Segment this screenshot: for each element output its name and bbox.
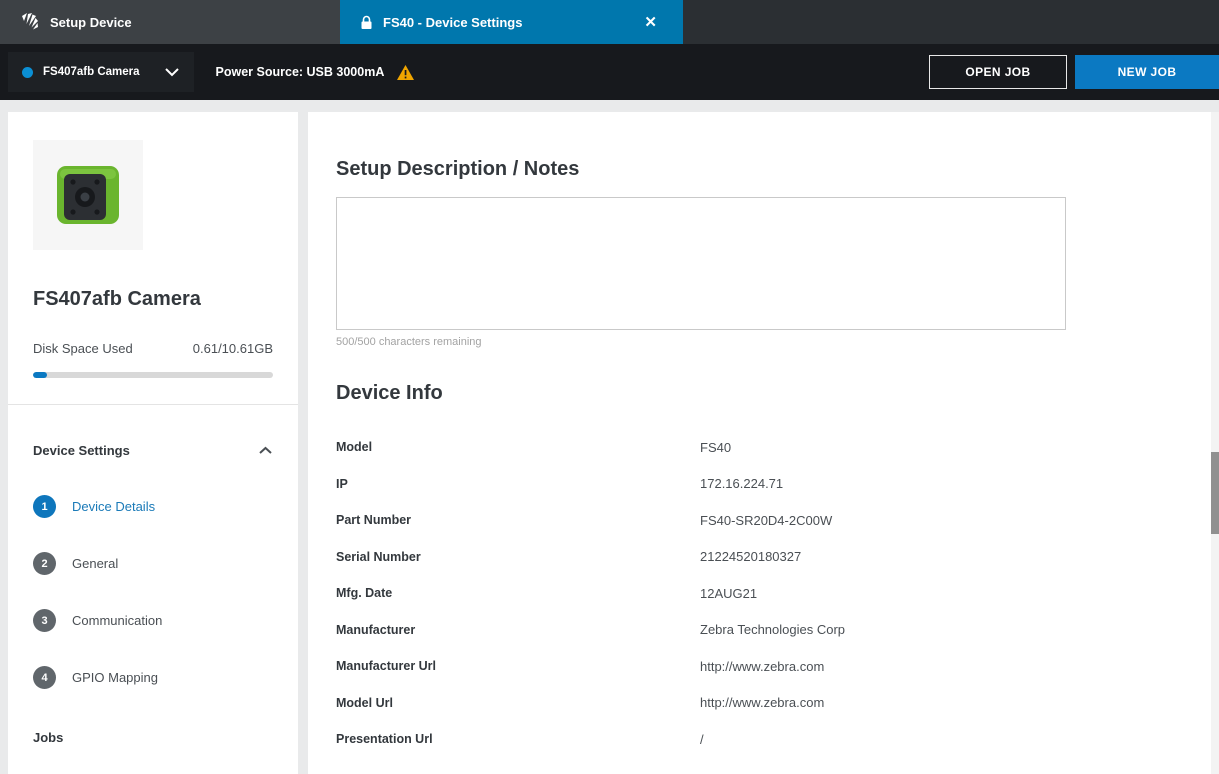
- disk-space-value: 0.61/10.61GB: [193, 341, 273, 356]
- info-label: Model Url: [336, 696, 700, 710]
- sidebar-item-general[interactable]: 2 General: [33, 535, 273, 592]
- step-number-badge: 3: [33, 609, 56, 632]
- tab-setup-device-label: Setup Device: [50, 15, 132, 30]
- info-value: 12AUG21: [700, 586, 757, 601]
- warning-icon: [396, 64, 415, 81]
- camera-illustration: [50, 157, 126, 233]
- sidebar-item-gpio-mapping[interactable]: 4 GPIO Mapping: [33, 649, 273, 706]
- scrollbar-thumb[interactable]: [1211, 452, 1219, 534]
- disk-progress-bar: [33, 372, 273, 378]
- table-row: Serial Number 21224520180327: [336, 539, 1219, 576]
- info-value: 21224520180327: [700, 549, 801, 564]
- jobs-section-header[interactable]: Jobs: [33, 730, 273, 745]
- content-area: FS407afb Camera Disk Space Used 0.61/10.…: [0, 100, 1219, 774]
- device-selector-dropdown[interactable]: FS407afb Camera: [8, 52, 194, 92]
- sidebar-item-communication[interactable]: 3 Communication: [33, 592, 273, 649]
- table-row: Model Url http://www.zebra.com: [336, 685, 1219, 722]
- table-row: Part Number FS40-SR20D4-2C00W: [336, 502, 1219, 539]
- device-settings-steps: 1 Device Details 2 General 3 Communicati…: [33, 478, 273, 706]
- table-row: IP 172.16.224.71: [336, 466, 1219, 503]
- sidebar-item-device-details[interactable]: 1 Device Details: [33, 478, 273, 535]
- info-value: http://www.zebra.com: [700, 695, 824, 710]
- step-label: GPIO Mapping: [72, 670, 158, 685]
- device-bar: FS407afb Camera Power Source: USB 3000mA…: [0, 44, 1219, 100]
- info-label: Mfg. Date: [336, 586, 700, 600]
- table-row: Mfg. Date 12AUG21: [336, 575, 1219, 612]
- close-icon[interactable]: ✕: [638, 11, 663, 33]
- chevron-down-icon: [164, 67, 180, 77]
- info-value: 172.16.224.71: [700, 476, 783, 491]
- table-row: Manufacturer Zebra Technologies Corp: [336, 612, 1219, 649]
- info-label: IP: [336, 477, 700, 491]
- device-status-dot: [22, 67, 33, 78]
- setup-notes-textarea[interactable]: [336, 197, 1066, 330]
- tab-setup-device[interactable]: Setup Device: [0, 0, 340, 44]
- open-job-button[interactable]: OPEN JOB: [929, 55, 1067, 89]
- tab-device-settings[interactable]: FS40 - Device Settings ✕: [340, 0, 683, 44]
- lock-icon: [360, 15, 373, 30]
- info-value: /: [700, 732, 704, 747]
- step-label: Device Details: [72, 499, 155, 514]
- info-value: FS40: [700, 440, 731, 455]
- step-number-badge: 2: [33, 552, 56, 575]
- table-row: Manufacturer Url http://www.zebra.com: [336, 648, 1219, 685]
- info-label: Manufacturer Url: [336, 659, 700, 673]
- disk-progress-fill: [33, 372, 47, 378]
- tab-device-settings-label: FS40 - Device Settings: [383, 15, 522, 30]
- table-row: Model FS40: [336, 429, 1219, 466]
- chevron-up-icon: [258, 446, 273, 455]
- sidebar-divider: [8, 404, 298, 405]
- device-settings-section-header[interactable]: Device Settings: [33, 443, 273, 458]
- device-product-image: [33, 140, 143, 250]
- step-number-badge: 4: [33, 666, 56, 689]
- device-settings-section-label: Device Settings: [33, 443, 130, 458]
- info-label: Part Number: [336, 513, 700, 527]
- device-info-table: Model FS40 IP 172.16.224.71 Part Number …: [336, 429, 1219, 758]
- info-label: Presentation Url: [336, 732, 700, 746]
- info-value: Zebra Technologies Corp: [700, 622, 845, 637]
- disk-space-label: Disk Space Used: [33, 341, 133, 356]
- step-label: General: [72, 556, 118, 571]
- notes-title: Setup Description / Notes: [336, 158, 1219, 181]
- power-source-label: Power Source: USB 3000mA: [216, 65, 385, 79]
- device-info-title: Device Info: [336, 382, 1219, 405]
- step-label: Communication: [72, 613, 162, 628]
- scrollbar[interactable]: [1211, 112, 1219, 774]
- sidebar: FS407afb Camera Disk Space Used 0.61/10.…: [8, 112, 298, 774]
- sidebar-device-name: FS407afb Camera: [33, 288, 273, 311]
- characters-remaining-label: 500/500 characters remaining: [336, 336, 1219, 348]
- info-label: Manufacturer: [336, 623, 700, 637]
- main-content: Setup Description / Notes 500/500 charac…: [308, 112, 1219, 774]
- device-selector-label: FS407afb Camera: [43, 66, 140, 78]
- info-label: Serial Number: [336, 550, 700, 564]
- step-number-badge: 1: [33, 495, 56, 518]
- info-value: FS40-SR20D4-2C00W: [700, 513, 832, 528]
- new-job-button[interactable]: NEW JOB: [1075, 55, 1219, 89]
- table-row: Presentation Url /: [336, 721, 1219, 758]
- zebra-logo-icon: [20, 12, 40, 32]
- info-value: http://www.zebra.com: [700, 659, 824, 674]
- tab-bar: Setup Device FS40 - Device Settings ✕: [0, 0, 1219, 44]
- info-label: Model: [336, 440, 700, 454]
